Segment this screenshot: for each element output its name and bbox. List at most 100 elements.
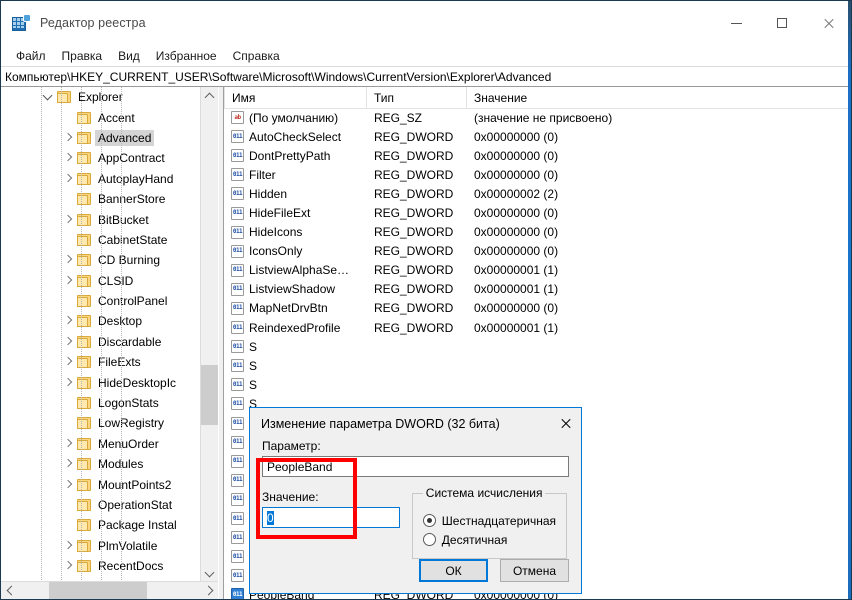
dword-value-icon: 011 [231, 263, 244, 277]
cancel-button[interactable]: Отмена [500, 559, 569, 582]
cell-name: 011 ListviewAlphaSe… [224, 263, 367, 277]
chevron-right-icon[interactable] [61, 148, 77, 168]
chevron-right-icon[interactable] [61, 475, 77, 495]
ok-button[interactable]: ОК [419, 559, 488, 582]
menu-help[interactable]: Справка [225, 47, 288, 65]
value-name: HideIcons [249, 225, 303, 240]
value-input[interactable]: 0 [262, 507, 400, 528]
tree-scroll-up-icon[interactable] [201, 87, 218, 104]
tree-item-label: Advanced [95, 129, 155, 146]
chevron-right-icon[interactable] [61, 250, 77, 270]
table-row[interactable]: 011 S [224, 375, 851, 394]
folder-icon [77, 437, 91, 450]
chevron-right-icon[interactable] [61, 311, 77, 331]
dialog-close-button[interactable] [539, 408, 581, 438]
table-row[interactable]: 011 MapNetDrvBtn REG_DWORD 0x00000000 (0) [224, 299, 851, 318]
table-row[interactable]: 011 HideFileExt REG_DWORD 0x00000000 (0) [224, 203, 851, 222]
value-name: IconsOnly [249, 244, 303, 259]
dword-value-icon: 011 [231, 397, 244, 411]
table-row[interactable]: 011 ListviewAlphaSe… REG_DWORD 0x00000001 (… [224, 261, 851, 280]
registry-tree[interactable]: ExplorerAccentAdvancedAppContractAutopla… [1, 87, 201, 582]
chevron-right-icon[interactable] [61, 332, 77, 352]
table-row[interactable]: 011 Filter REG_DWORD 0x00000000 (0) [224, 165, 851, 184]
menu-edit[interactable]: Правка [54, 47, 111, 65]
tree-scroll-right-icon[interactable] [201, 582, 218, 599]
dword-value-icon: 011 [231, 168, 244, 182]
cell-value: 0x00000001 (1) [474, 320, 559, 335]
tree-item-label: OperationStat [98, 498, 173, 512]
dword-value-icon: 011 [231, 492, 244, 506]
cell-type: REG_DWORD [374, 167, 454, 182]
cell-name: 011 HideFileExt [224, 206, 367, 220]
dword-value-icon: 011 [231, 454, 244, 468]
folder-icon [77, 478, 91, 491]
cell-value: 0x00000001 (1) [474, 282, 559, 297]
chevron-right-icon[interactable] [61, 128, 77, 148]
tree-guide-line [41, 87, 42, 582]
cell-value: 0x00000000 (0) [474, 206, 559, 221]
tree-scroll-left-icon[interactable] [1, 582, 18, 599]
cell-name: 011 S [224, 378, 367, 392]
tree-item-label: BitBucket [98, 212, 149, 227]
chevron-right-icon[interactable] [61, 210, 77, 230]
dword-value-icon: 011 [231, 550, 244, 564]
column-header-name[interactable]: Имя [224, 87, 367, 108]
dword-value-icon: 011 [231, 378, 244, 392]
chevron-down-icon[interactable] [41, 87, 57, 107]
table-row[interactable]: 011 HideIcons REG_DWORD 0x00000000 (0) [224, 223, 851, 242]
tree-vertical-scrollbar[interactable] [200, 87, 218, 582]
table-row[interactable]: 011 DontPrettyPath REG_DWORD 0x00000000 (0) [224, 146, 851, 165]
column-header-value[interactable]: Значение [467, 87, 851, 108]
chevron-right-icon[interactable] [61, 556, 77, 576]
maximize-button[interactable] [759, 1, 805, 45]
close-button[interactable] [805, 1, 851, 45]
tree-vscroll-thumb[interactable] [201, 365, 218, 425]
menu-file[interactable]: Файл [8, 47, 54, 65]
value-label: Значение: [262, 490, 319, 504]
table-row[interactable]: 011 AutoCheckSelect REG_DWORD 0x00000000 (0… [224, 127, 851, 146]
table-row[interactable]: 011 S [224, 337, 851, 356]
tree-item-label: CD Burning [98, 253, 161, 268]
tree-hscroll-thumb[interactable] [49, 582, 147, 599]
table-row[interactable]: 011 Hidden REG_DWORD 0x00000002 (2) [224, 184, 851, 203]
cell-value: 0x00000000 (0) [474, 148, 559, 163]
cell-value: 0x00000002 (2) [474, 186, 559, 201]
tree-scroll-down-icon[interactable] [201, 565, 218, 582]
param-name-field[interactable]: PeopleBand [262, 456, 569, 477]
dword-value-icon: 011 [231, 416, 244, 430]
string-value-icon: ab [231, 111, 244, 125]
address-bar[interactable]: Компьютер\HKEY_CURRENT_USER\Software\Mic… [1, 66, 851, 87]
minimize-button[interactable] [713, 1, 759, 45]
chevron-right-icon[interactable] [61, 536, 77, 556]
value-name: Hidden [249, 186, 288, 201]
tree-horizontal-scrollbar[interactable] [1, 581, 218, 599]
table-row[interactable]: 011 IconsOnly REG_DWORD 0x00000000 (0) [224, 242, 851, 261]
chevron-right-icon[interactable] [61, 434, 77, 454]
folder-icon [77, 172, 91, 185]
table-row[interactable]: ab (По умолчанию) REG_SZ (значение не присв… [224, 108, 851, 127]
column-header-type[interactable]: Тип [367, 87, 467, 108]
table-row[interactable]: 011 ReindexedProfile REG_DWORD 0x00000001 (… [224, 318, 851, 337]
table-row[interactable]: 011 ListviewShadow REG_DWORD 0x00000001 (1) [224, 280, 851, 299]
radio-decimal[interactable]: Десятичная [422, 530, 556, 549]
cell-value: 0x00000000 (0) [474, 167, 559, 182]
chevron-right-icon[interactable] [61, 352, 77, 372]
menu-view[interactable]: Вид [110, 47, 148, 65]
folder-icon [77, 111, 91, 124]
chevron-right-icon[interactable] [61, 454, 77, 474]
cell-type: REG_DWORD [374, 244, 454, 259]
chevron-right-icon[interactable] [61, 271, 77, 291]
chevron-right-icon[interactable] [61, 373, 77, 393]
menu-favorites[interactable]: Избранное [148, 47, 225, 65]
dword-value-icon: 011 [231, 531, 244, 545]
table-row[interactable]: 011 S [224, 356, 851, 375]
dword-value-icon: 011 [231, 435, 244, 449]
radio-hexadecimal[interactable]: Шестнадцатеричная [422, 511, 556, 530]
chevron-right-icon[interactable] [61, 169, 77, 189]
tree-item-label: RecentDocs [98, 559, 164, 574]
tree-item-label: LowRegistry [98, 416, 165, 431]
